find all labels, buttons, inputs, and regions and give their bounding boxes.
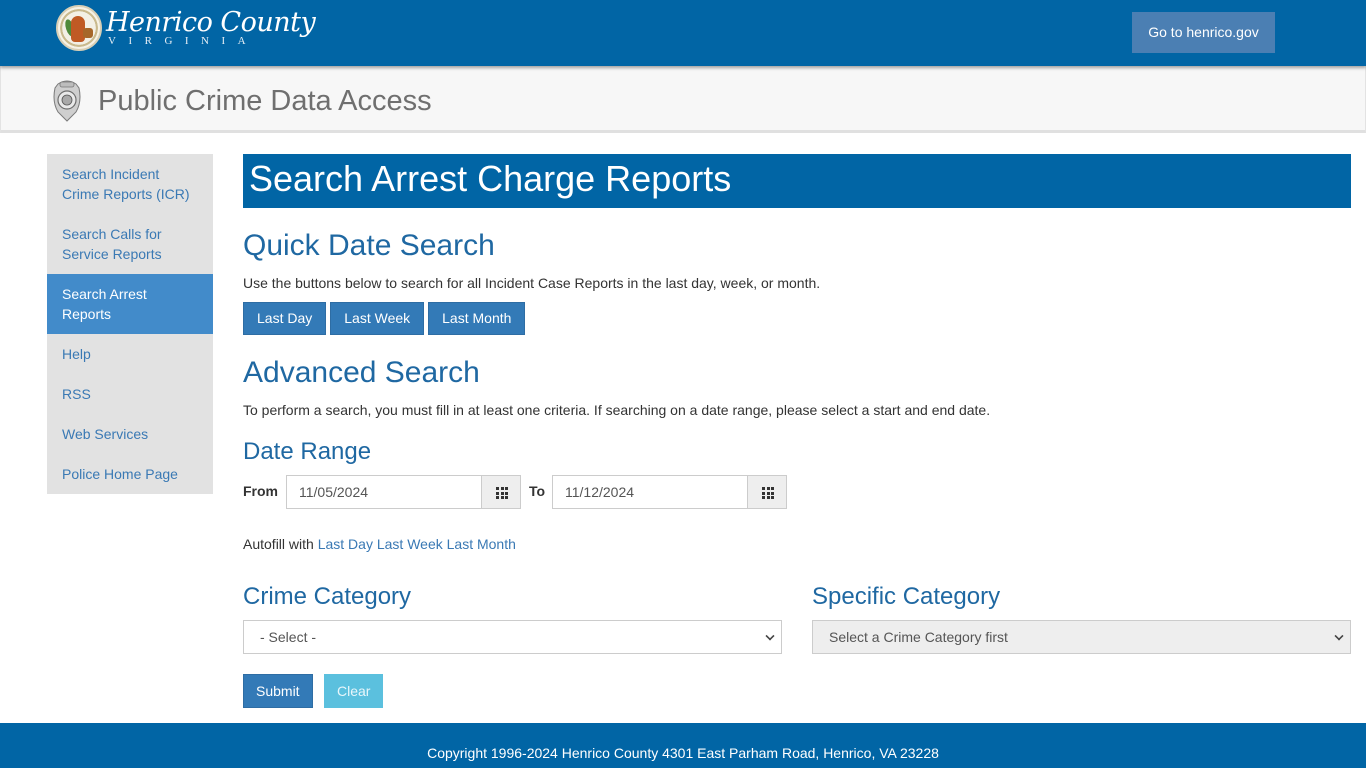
sidebar-item-calls-for-service[interactable]: Search Calls for Service Reports (47, 214, 213, 274)
specific-category-heading: Specific Category (812, 583, 1001, 610)
specific-category-selected: Select a Crime Category first (829, 629, 1008, 645)
crime-category-select[interactable]: - Select - (243, 620, 782, 654)
quick-search-description: Use the buttons below to search for all … (243, 275, 821, 291)
to-calendar-button[interactable] (747, 475, 787, 509)
clear-button[interactable]: Clear (324, 674, 384, 708)
page-title: Search Arrest Charge Reports (243, 154, 1351, 208)
from-date-input[interactable] (286, 475, 482, 509)
quick-last-week-button[interactable]: Last Week (330, 302, 425, 335)
top-header: Henrico County VIRGINIA Go to henrico.go… (0, 0, 1366, 66)
sidebar-item-police-home-page[interactable]: Police Home Page (47, 454, 213, 494)
seal-basket-shape (83, 28, 93, 38)
app-header: Public Crime Data Access (0, 66, 1366, 133)
specific-category-select[interactable]: Select a Crime Category first (812, 620, 1351, 654)
sidebar-item-arrest-reports[interactable]: Search Arrest Reports (47, 274, 213, 334)
sidebar-item-help[interactable]: Help (47, 334, 213, 374)
footer: Copyright 1996-2024 Henrico County 4301 … (0, 723, 1366, 768)
to-label: To (529, 483, 546, 499)
county-name[interactable]: Henrico County (106, 8, 316, 38)
date-range-heading: Date Range (243, 438, 372, 465)
main-content: Search Arrest Charge Reports Quick Date … (243, 154, 1351, 708)
sidebar-nav: Search Incident Crime Reports (ICR) Sear… (47, 154, 213, 494)
quick-search-heading: Quick Date Search (243, 229, 495, 262)
sidebar-item-web-services[interactable]: Web Services (47, 414, 213, 454)
quick-last-day-button[interactable]: Last Day (243, 302, 327, 335)
sidebar-item-incident-crime-reports[interactable]: Search Incident Crime Reports (ICR) (47, 154, 213, 214)
autofill-last-week-link[interactable]: Last Week (377, 536, 443, 552)
from-label: From (243, 483, 278, 499)
quick-last-month-button[interactable]: Last Month (428, 302, 526, 335)
sidebar-item-rss[interactable]: RSS (47, 374, 213, 414)
calendar-grid-icon (496, 487, 508, 499)
to-date-input[interactable] (552, 475, 748, 509)
autofill-prefix: Autofill with (243, 536, 314, 552)
footer-copyright: Copyright 1996-2024 Henrico County 4301 … (427, 745, 939, 761)
autofill-last-month-link[interactable]: Last Month (447, 536, 516, 552)
submit-button[interactable]: Submit (243, 674, 313, 708)
advanced-search-description: To perform a search, you must fill in at… (243, 402, 991, 418)
autofill-last-day-link[interactable]: Last Day (318, 536, 373, 552)
county-seal-icon[interactable] (56, 5, 102, 51)
crime-category-heading: Crime Category (243, 583, 412, 610)
calendar-grid-icon (762, 487, 774, 499)
police-badge-icon (53, 80, 81, 122)
autofill-row: Autofill with Last Day Last Week Last Mo… (243, 536, 516, 552)
quick-search-buttons: Last Day Last Week Last Month (243, 302, 529, 335)
app-title: Public Crime Data Access (98, 85, 432, 117)
chevron-down-icon (765, 631, 775, 641)
from-calendar-button[interactable] (481, 475, 521, 509)
county-state: VIRGINIA (108, 35, 259, 47)
goto-henrico-button[interactable]: Go to henrico.gov (1132, 12, 1275, 53)
chevron-down-icon (1334, 631, 1344, 641)
crime-category-selected: - Select - (260, 629, 317, 645)
advanced-search-heading: Advanced Search (243, 356, 480, 389)
